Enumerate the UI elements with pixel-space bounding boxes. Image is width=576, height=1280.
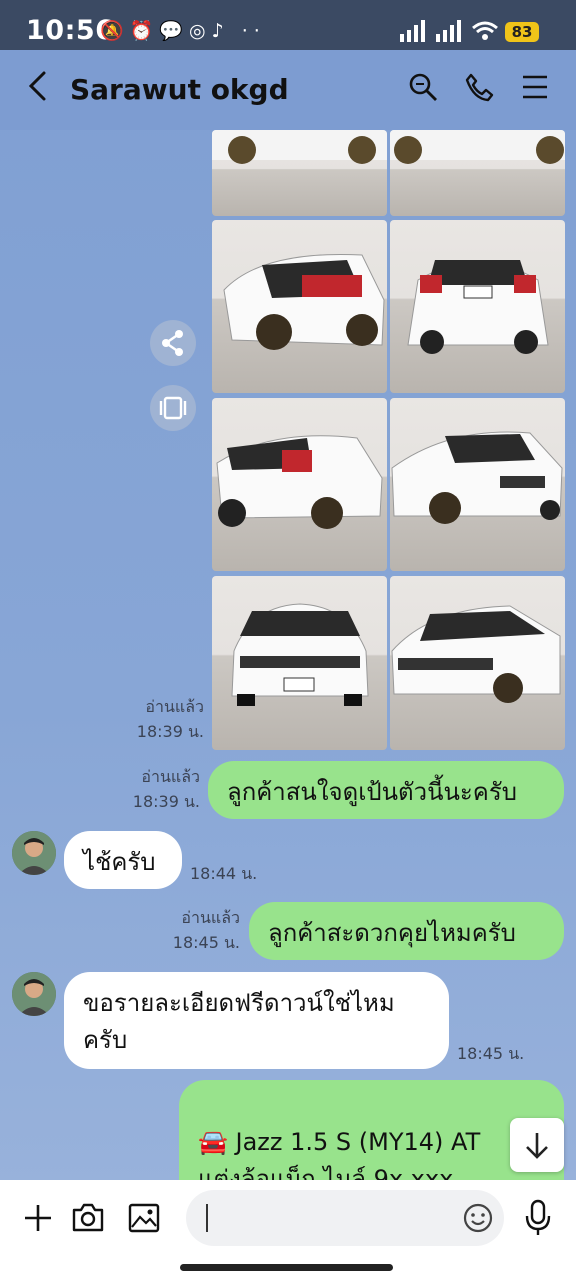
contact-name[interactable]: Sarawut okgd <box>70 73 289 106</box>
car-photo-8[interactable] <box>390 576 565 750</box>
arrow-down-icon <box>526 1133 548 1159</box>
car-photo-4[interactable] <box>390 220 565 393</box>
camera-icon[interactable] <box>71 1201 105 1233</box>
car-photo-5[interactable] <box>212 398 387 571</box>
car-photo-6[interactable] <box>390 398 565 571</box>
share-icon <box>162 330 183 356</box>
gallery-icon[interactable] <box>127 1202 161 1234</box>
read-label: อ่านแล้ว <box>141 767 200 786</box>
received-message-bubble[interactable]: ไช้ครับ <box>64 831 182 889</box>
photos-read-receipt: อ่านแล้ว 18:39 น. <box>100 694 204 744</box>
status-bar: 10:56 🔕⏰💬◎♪ ·· 83 <box>0 0 576 50</box>
received-message-bubble[interactable]: ขอรายละเอียดฟรีดาวน์ใช่ไหม ครับ <box>64 972 449 1069</box>
message-time: 18:45 น. <box>457 1044 525 1063</box>
message-text-line: 🚘 Jazz 1.5 S (MY14) AT <box>198 1124 545 1161</box>
wifi-icon <box>472 21 498 40</box>
message-text: ลูกค้าสะดวกคุยไหมครับ <box>268 919 516 947</box>
message-text-line: ครับ <box>83 1026 128 1054</box>
car-photo-2[interactable] <box>390 130 565 216</box>
message-text: ไช้ครับ <box>83 848 156 876</box>
m1-read-receipt: อ่านแล้ว 18:39 น. <box>96 764 200 814</box>
message-text: ลูกค้าสนใจดูเป้นตัวนี้นะครับ <box>227 778 517 806</box>
message-time: 18:44 น. <box>190 864 258 883</box>
back-arrow-icon[interactable] <box>26 70 50 102</box>
photo-album[interactable] <box>212 130 565 750</box>
message-time: 18:39 น. <box>132 792 200 811</box>
message-text-line: ขอรายละเอียดฟรีดาวน์ใช่ไหม <box>83 989 395 1017</box>
car-photo-1[interactable] <box>212 130 387 216</box>
contact-avatar[interactable] <box>12 972 56 1016</box>
photo-stack-icon <box>159 396 187 420</box>
text-cursor <box>206 1204 208 1232</box>
m3-read-receipt: อ่านแล้ว 18:45 น. <box>136 905 240 955</box>
sent-message-bubble[interactable]: ลูกค้าสะดวกคุยไหมครับ <box>249 902 564 960</box>
microphone-icon[interactable] <box>524 1199 552 1237</box>
message-text: Jazz 1.5 S (MY14) AT <box>227 1128 481 1156</box>
car-photo-3[interactable] <box>212 220 387 393</box>
plus-icon[interactable] <box>22 1202 54 1234</box>
car-photo-7[interactable] <box>212 576 387 750</box>
message-time: 18:39 น. <box>136 722 204 741</box>
share-button[interactable] <box>150 320 196 366</box>
read-label: อ่านแล้ว <box>181 908 240 927</box>
message-time: 18:45 น. <box>172 933 240 952</box>
scroll-to-bottom-button[interactable] <box>510 1118 564 1172</box>
read-label: อ่านแล้ว <box>145 697 204 716</box>
message-input[interactable] <box>186 1190 504 1246</box>
phone-icon[interactable] <box>464 72 494 102</box>
album-view-button[interactable] <box>150 385 196 431</box>
battery-badge: 83 <box>505 22 539 42</box>
message-composer <box>0 1180 576 1280</box>
notification-icons: 🔕⏰💬◎♪ ·· <box>100 20 266 42</box>
signal-icon <box>400 20 461 42</box>
contact-avatar[interactable] <box>12 831 56 875</box>
search-icon[interactable] <box>408 72 438 102</box>
menu-icon[interactable] <box>521 72 549 102</box>
emoji-icon[interactable] <box>462 1202 494 1234</box>
chat-header: Sarawut okgd <box>0 50 576 130</box>
car-emoji-icon: 🚘 <box>198 1128 228 1156</box>
home-indicator[interactable] <box>180 1264 393 1271</box>
sent-message-bubble[interactable]: ลูกค้าสนใจดูเป้นตัวนี้นะครับ <box>208 761 564 819</box>
